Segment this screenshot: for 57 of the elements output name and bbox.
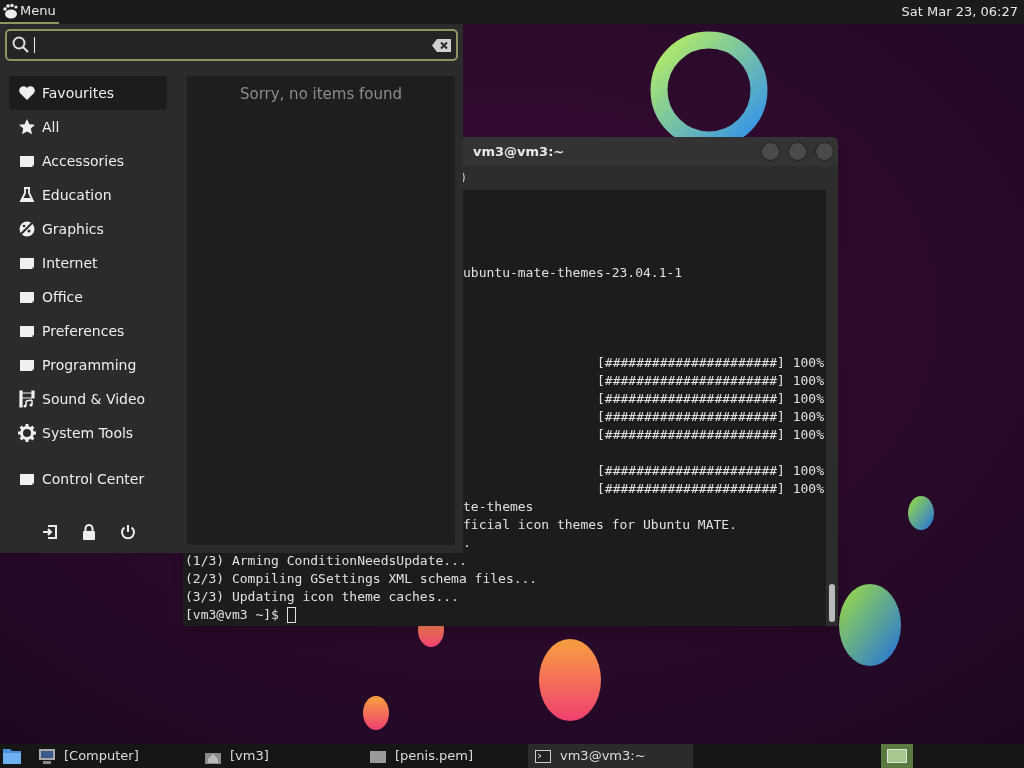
clear-icon[interactable] — [432, 38, 451, 52]
terminal-line: ubuntu-mate-themes-23.04.1-1 — [463, 264, 683, 282]
category-item[interactable]: Graphics — [9, 212, 167, 246]
window-title: vm3@vm3:~ — [473, 142, 565, 161]
category-item[interactable]: Control Center — [9, 462, 167, 496]
category-item[interactable]: Accessories — [9, 144, 167, 178]
category-item[interactable]: Internet — [9, 246, 167, 280]
progress-line: [######################] 100% — [597, 354, 824, 372]
category-item[interactable]: Sound & Video — [9, 382, 167, 416]
search-field[interactable] — [5, 29, 458, 61]
star-icon — [18, 118, 36, 136]
logout-icon — [42, 524, 58, 540]
progress-line: [######################] 100% — [597, 372, 824, 390]
taskbar-button[interactable]: [vm3] — [198, 744, 363, 768]
logout-button[interactable] — [41, 523, 59, 541]
category-item[interactable]: Favourites — [9, 76, 167, 110]
flask-icon — [18, 186, 36, 204]
progress-line: [######################] 100% — [597, 390, 824, 408]
category-item[interactable]: Preferences — [9, 314, 167, 348]
category-item[interactable]: All — [9, 110, 167, 144]
power-button[interactable] — [119, 523, 137, 541]
shell-prompt: [vm3@vm3 ~]$ — [185, 606, 279, 624]
category-item[interactable]: Education — [9, 178, 167, 212]
search-icon — [12, 36, 30, 54]
category-item[interactable]: Programming — [9, 348, 167, 382]
category-item[interactable]: Office — [9, 280, 167, 314]
monitor-icon — [38, 747, 56, 765]
terminal-line: (1/3) Arming ConditionNeedsUpdate... — [185, 552, 467, 570]
text-cursor — [286, 607, 296, 623]
foot-icon — [2, 3, 18, 19]
progress-line: [######################] 100% — [597, 480, 824, 498]
terminal-line: te-themes — [463, 498, 534, 516]
terminal-icon — [534, 747, 552, 765]
taskbar-button[interactable]: [Computer] — [32, 744, 198, 768]
clock: Sat Mar 23, 06:27 — [901, 3, 1019, 22]
progress-line: [######################] 100% — [597, 462, 824, 480]
power-icon — [120, 524, 136, 540]
scrollbar[interactable] — [826, 190, 838, 626]
folder-icon — [2, 747, 22, 765]
scrollbar-thumb[interactable] — [829, 584, 835, 622]
lock-icon — [82, 524, 96, 540]
progress-line: [######################] 100% — [597, 426, 824, 444]
terminal-line: ficial icon themes for Ubuntu MATE. — [463, 516, 737, 534]
terminal-line: (2/3) Compiling GSettings XML schema files... — [185, 570, 538, 588]
taskbar-button[interactable]: [penis.pem] — [363, 744, 528, 768]
gear-icon — [18, 424, 36, 442]
category-item[interactable]: System Tools — [9, 416, 167, 450]
palette-icon — [18, 220, 36, 238]
heart-icon — [18, 84, 36, 102]
terminal-line: . — [463, 534, 471, 552]
empty-message: Sorry, no items found — [239, 84, 403, 103]
terminal-line: (3/3) Updating icon theme caches... — [185, 588, 459, 606]
lock-button[interactable] — [80, 523, 98, 541]
taskbar-button[interactable]: vm3@vm3:~ — [528, 744, 693, 768]
progress-line: [######################] 100% — [597, 408, 824, 426]
film-music-icon — [18, 390, 36, 408]
workspace-switcher[interactable] — [881, 744, 913, 768]
